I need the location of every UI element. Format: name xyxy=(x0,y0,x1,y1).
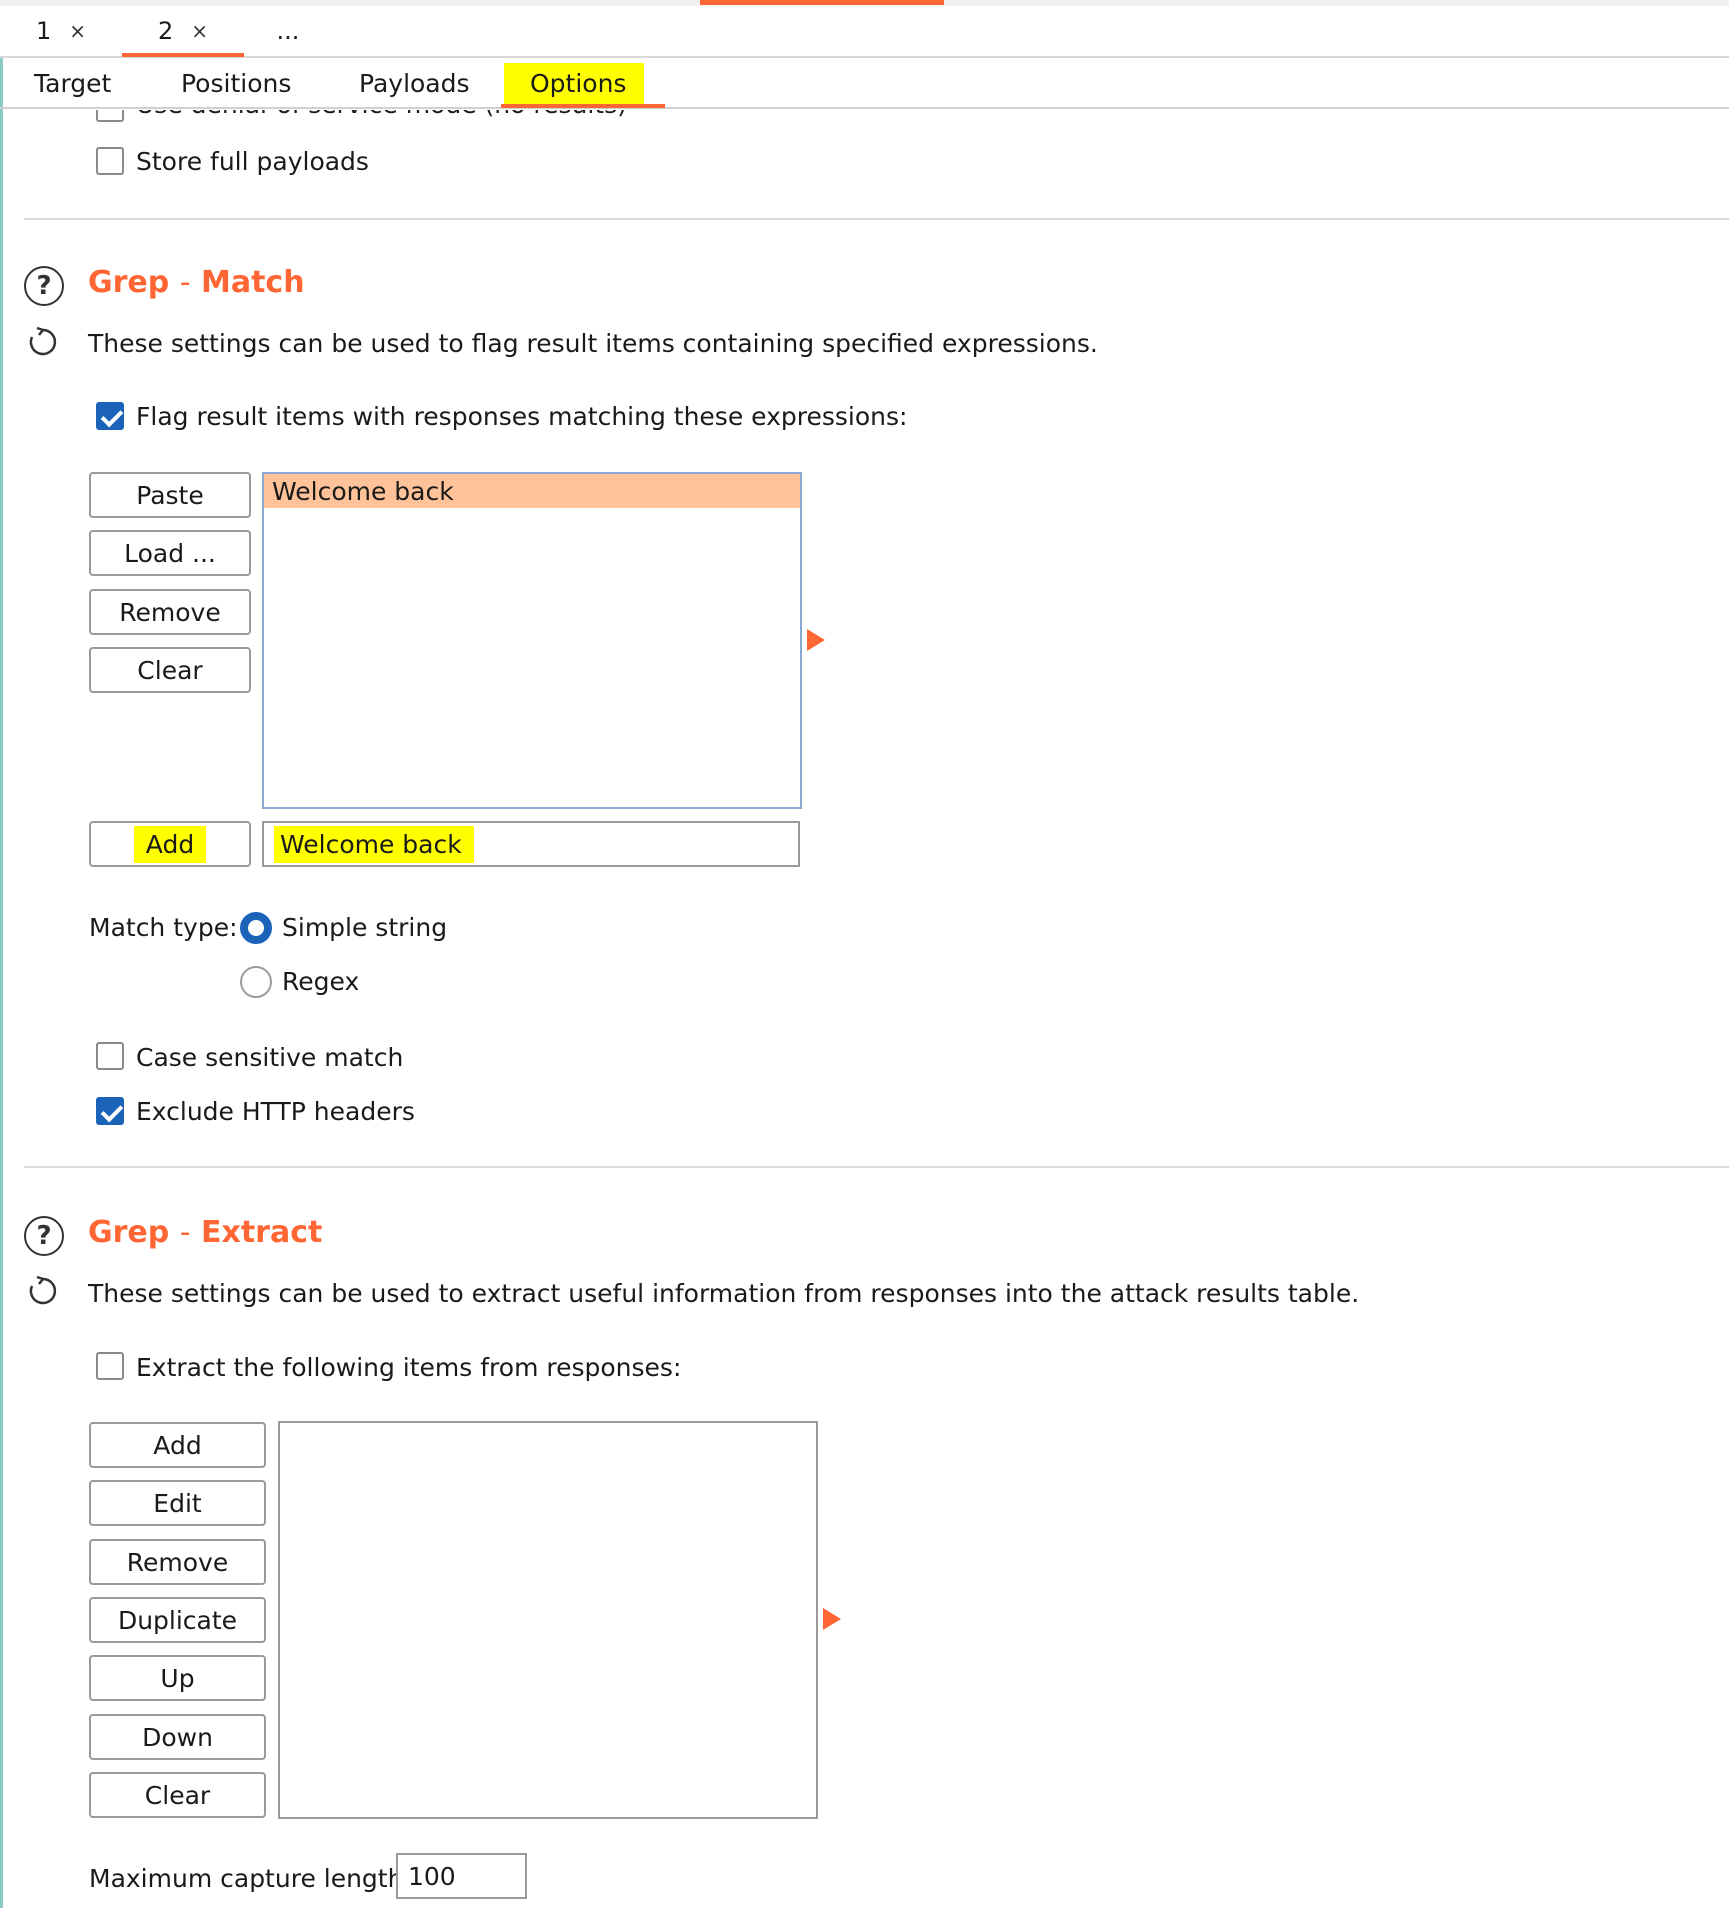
tab-payloads[interactable]: Payloads xyxy=(359,60,470,106)
clear-button[interactable]: Clear xyxy=(89,647,251,693)
case-sensitive-checkbox[interactable] xyxy=(96,1042,124,1070)
close-icon[interactable]: × xyxy=(69,19,86,43)
exclude-headers-label: Exclude HTTP headers xyxy=(136,1097,415,1126)
dos-mode-label: Use denial-of-service mode (no results) xyxy=(136,110,627,119)
active-attack-tab-indicator xyxy=(122,53,244,57)
left-border xyxy=(0,0,3,1908)
add-button[interactable]: Add xyxy=(89,821,251,867)
extract-up-button[interactable]: Up xyxy=(89,1655,266,1701)
tab-positions[interactable]: Positions xyxy=(181,60,291,106)
attack-tab-1[interactable]: 1 × xyxy=(0,6,123,56)
list-item[interactable]: Welcome back xyxy=(264,474,800,508)
max-capture-length-input[interactable]: 100 xyxy=(396,1853,527,1899)
flag-results-label: Flag result items with responses matchin… xyxy=(136,402,908,431)
extract-duplicate-button[interactable]: Duplicate xyxy=(89,1597,266,1643)
remove-button[interactable]: Remove xyxy=(89,589,251,635)
sub-tab-divider xyxy=(0,107,1729,109)
paste-button[interactable]: Paste xyxy=(89,472,251,518)
expand-arrow-icon[interactable] xyxy=(807,629,825,651)
grep-match-description: These settings can be used to flag resul… xyxy=(88,329,1098,358)
more-tabs-label: ... xyxy=(276,17,300,45)
regex-label: Regex xyxy=(282,967,360,996)
grep-extract-title: Grep - Extract xyxy=(88,1215,323,1250)
match-expressions-list[interactable]: Welcome back xyxy=(262,472,802,809)
dos-mode-checkbox[interactable] xyxy=(96,110,124,122)
close-icon[interactable]: × xyxy=(191,19,208,43)
tab-positions-label: Positions xyxy=(181,68,292,98)
extract-clear-button[interactable]: Clear xyxy=(89,1772,266,1818)
case-sensitive-label: Case sensitive match xyxy=(136,1043,404,1072)
simple-string-radio[interactable] xyxy=(240,912,272,944)
extract-edit-button[interactable]: Edit xyxy=(89,1480,266,1526)
grep-extract-description: These settings can be used to extract us… xyxy=(88,1279,1360,1308)
extract-items-label: Extract the following items from respons… xyxy=(136,1353,682,1382)
active-sub-tab-indicator xyxy=(501,104,665,108)
extract-items-list[interactable] xyxy=(278,1421,818,1819)
flag-results-checkbox[interactable] xyxy=(96,402,124,430)
extract-add-button[interactable]: Add xyxy=(89,1422,266,1468)
store-full-payloads-label: Store full payloads xyxy=(136,147,369,176)
grep-match-title: Grep - Match xyxy=(88,265,305,300)
tab-options-label: Options xyxy=(504,62,645,104)
tab-payloads-label: Payloads xyxy=(359,68,470,98)
expand-arrow-icon[interactable] xyxy=(823,1608,841,1630)
add-expression-input[interactable]: Welcome back xyxy=(262,821,800,867)
extract-remove-button[interactable]: Remove xyxy=(89,1539,266,1585)
restore-defaults-icon[interactable] xyxy=(26,1274,60,1308)
tab-target-label: Target xyxy=(34,68,112,98)
tab-target[interactable]: Target xyxy=(34,60,111,106)
tab-options[interactable]: Options xyxy=(504,60,645,106)
max-capture-length-label: Maximum capture length: xyxy=(89,1864,412,1893)
help-icon[interactable]: ? xyxy=(24,1216,64,1256)
regex-radio[interactable] xyxy=(240,966,272,998)
add-button-label: Add xyxy=(133,825,207,863)
exclude-headers-checkbox[interactable] xyxy=(96,1097,124,1125)
store-full-payloads-checkbox[interactable] xyxy=(96,147,124,175)
attack-tab-label: 1 xyxy=(35,17,52,45)
match-type-label: Match type: xyxy=(89,913,238,942)
load-button[interactable]: Load ... xyxy=(89,530,251,576)
section-divider xyxy=(24,218,1729,220)
extract-items-checkbox[interactable] xyxy=(96,1352,124,1380)
attack-tab-label: 2 xyxy=(157,17,174,45)
add-expression-value: Welcome back xyxy=(274,825,474,863)
dos-mode-option-clipped: Use denial-of-service mode (no results) xyxy=(96,110,1096,124)
top-accent-bar xyxy=(700,0,944,5)
section-divider xyxy=(24,1166,1729,1168)
help-icon[interactable]: ? xyxy=(24,266,64,306)
tab-row-divider xyxy=(0,56,1729,58)
restore-defaults-icon[interactable] xyxy=(26,325,60,359)
extract-down-button[interactable]: Down xyxy=(89,1714,266,1760)
attack-tab-2[interactable]: 2 × xyxy=(122,6,245,56)
simple-string-label: Simple string xyxy=(282,913,448,942)
attack-tab-more[interactable]: ... xyxy=(244,6,332,56)
